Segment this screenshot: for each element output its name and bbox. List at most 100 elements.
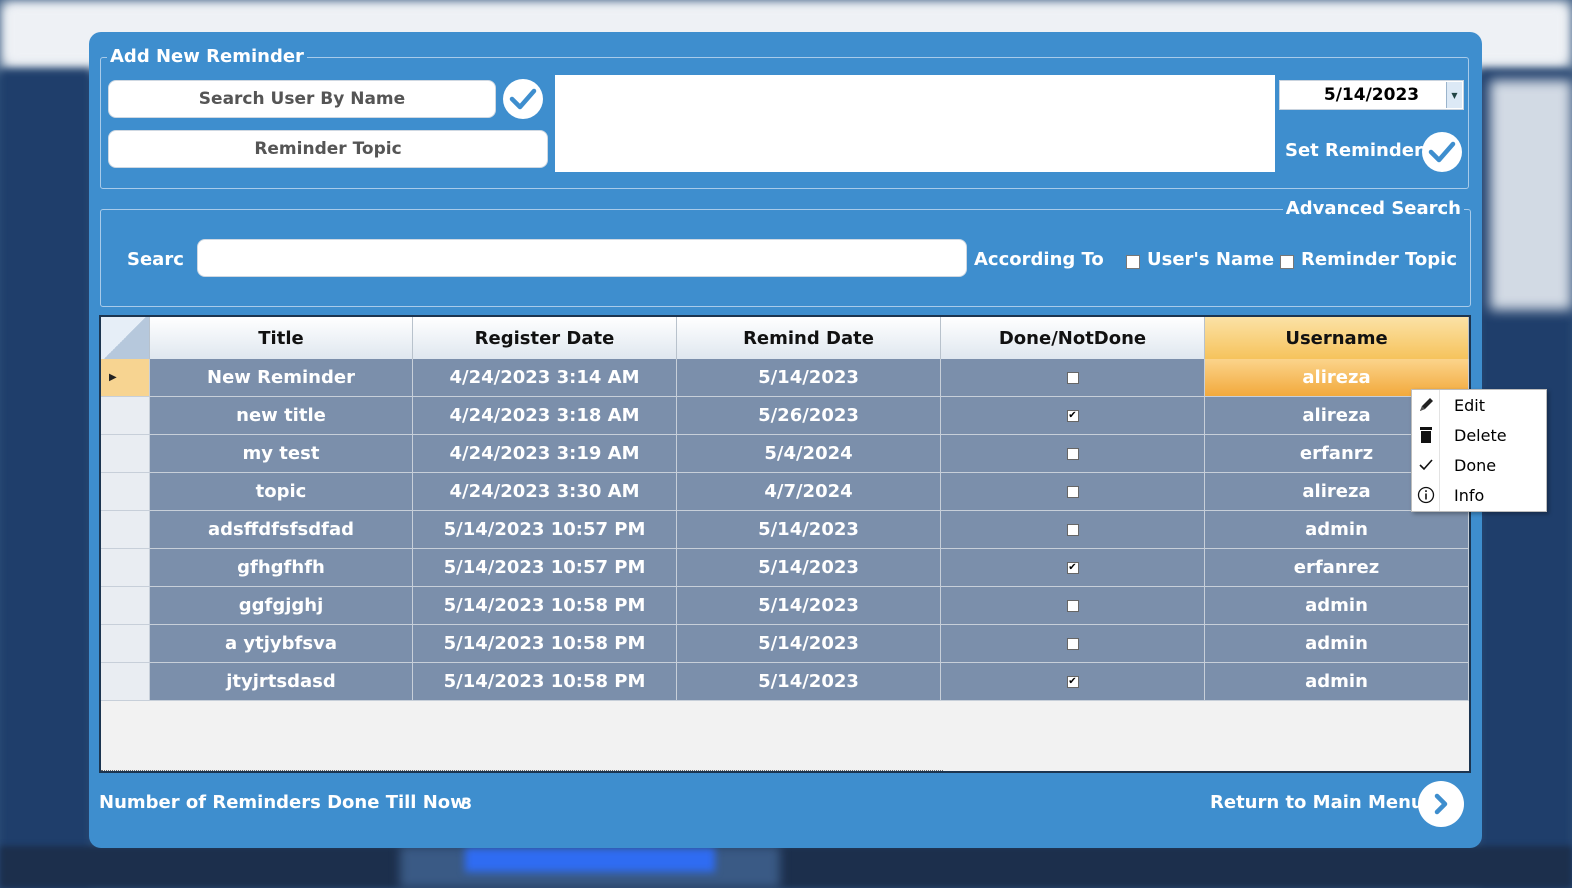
column-header-username[interactable]: Username bbox=[1205, 317, 1469, 359]
reminders-table[interactable]: Title Register Date Remind Date Done/Not… bbox=[99, 315, 1471, 773]
cell-register-date[interactable]: 5/14/2023 10:57 PM bbox=[413, 511, 677, 549]
add-reminder-legend: Add New Reminder bbox=[107, 46, 307, 67]
done-checkbox[interactable] bbox=[1066, 447, 1079, 460]
cell-remind-date[interactable]: 5/26/2023 bbox=[677, 397, 941, 435]
cell-done[interactable] bbox=[941, 587, 1205, 625]
cell-title[interactable]: topic bbox=[150, 473, 413, 511]
table-row[interactable]: gfhgfhfh 5/14/2023 10:57 PM 5/14/2023 ✔ erfa… bbox=[101, 549, 1469, 587]
row-header[interactable] bbox=[101, 397, 150, 435]
return-main-menu-label[interactable]: Return to Main Menu bbox=[1210, 792, 1424, 813]
cell-remind-date[interactable]: 5/14/2023 bbox=[677, 663, 941, 701]
cell-title[interactable]: gfhgfhfh bbox=[150, 549, 413, 587]
cell-register-date[interactable]: 4/24/2023 3:19 AM bbox=[413, 435, 677, 473]
table-row[interactable]: new title 4/24/2023 3:18 AM 5/26/2023 ✔ alir… bbox=[101, 397, 1469, 435]
reminder-description-textarea[interactable] bbox=[555, 75, 1275, 172]
cell-done[interactable] bbox=[941, 359, 1205, 397]
cell-done[interactable]: ✔ bbox=[941, 549, 1205, 587]
cell-register-date[interactable]: 5/14/2023 10:57 PM bbox=[413, 549, 677, 587]
table-row[interactable]: ggfgjghj 5/14/2023 10:58 PM 5/14/2023 admin bbox=[101, 587, 1469, 625]
context-menu-delete[interactable]: Delete bbox=[1412, 420, 1546, 450]
column-header-title[interactable]: Title bbox=[150, 317, 413, 359]
cell-username[interactable]: admin bbox=[1205, 625, 1469, 663]
row-header[interactable] bbox=[101, 435, 150, 473]
cell-title[interactable]: ggfgjghj bbox=[150, 587, 413, 625]
done-checkbox[interactable] bbox=[1066, 485, 1079, 498]
context-menu-edit-label: Edit bbox=[1454, 395, 1485, 415]
advanced-search-input[interactable] bbox=[197, 239, 967, 277]
cell-done[interactable] bbox=[941, 435, 1205, 473]
done-checkbox[interactable] bbox=[1066, 637, 1079, 650]
table-row[interactable]: topic 4/24/2023 3:30 AM 4/7/2024 alireza bbox=[101, 473, 1469, 511]
cell-done[interactable] bbox=[941, 473, 1205, 511]
cell-title[interactable]: a ytjybfsva bbox=[150, 625, 413, 663]
table-row[interactable]: jtyjrtsdasd 5/14/2023 10:58 PM 5/14/2023 ✔ a… bbox=[101, 663, 1469, 701]
cell-register-date[interactable]: 4/24/2023 3:14 AM bbox=[413, 359, 677, 397]
table-row[interactable]: a ytjybfsva 5/14/2023 10:58 PM 5/14/2023 ad… bbox=[101, 625, 1469, 663]
cell-remind-date[interactable]: 4/7/2024 bbox=[677, 473, 941, 511]
cell-username[interactable]: admin bbox=[1205, 587, 1469, 625]
cell-register-date[interactable]: 5/14/2023 10:58 PM bbox=[413, 625, 677, 663]
return-main-menu-button[interactable] bbox=[1418, 781, 1464, 827]
search-user-input[interactable]: Search User By Name bbox=[108, 80, 496, 118]
chevron-down-icon[interactable]: ▼ bbox=[1446, 82, 1462, 108]
cell-username[interactable]: admin bbox=[1205, 663, 1469, 701]
cell-remind-date[interactable]: 5/14/2023 bbox=[677, 587, 941, 625]
row-header[interactable] bbox=[101, 511, 150, 549]
cell-remind-date[interactable]: 5/14/2023 bbox=[677, 625, 941, 663]
done-checkbox[interactable] bbox=[1066, 523, 1079, 536]
cell-username[interactable]: admin bbox=[1205, 511, 1469, 549]
reminder-topic-label[interactable]: Reminder Topic bbox=[1301, 249, 1457, 270]
advanced-search-legend: Advanced Search bbox=[1282, 198, 1464, 219]
cell-title[interactable]: my test bbox=[150, 435, 413, 473]
select-all-corner[interactable] bbox=[101, 317, 150, 359]
column-header-remind-date[interactable]: Remind Date bbox=[677, 317, 941, 359]
cell-title[interactable]: New Reminder bbox=[150, 359, 413, 397]
done-checkbox-checked[interactable]: ✔ bbox=[1066, 409, 1079, 422]
cell-done[interactable] bbox=[941, 511, 1205, 549]
add-reminder-group: Add New Reminder Search User By Name Rem… bbox=[100, 46, 1469, 189]
row-header[interactable] bbox=[101, 625, 150, 663]
cell-username[interactable]: erfanrez bbox=[1205, 549, 1469, 587]
done-checkbox-checked[interactable]: ✔ bbox=[1066, 675, 1079, 688]
table-row[interactable]: adsffdfsfsdfad 5/14/2023 10:57 PM 5/14/202… bbox=[101, 511, 1469, 549]
cell-done[interactable]: ✔ bbox=[941, 663, 1205, 701]
advanced-search-group: Advanced Search Searc According To User'… bbox=[100, 198, 1471, 307]
cell-remind-date[interactable]: 5/4/2024 bbox=[677, 435, 941, 473]
reminder-topic-checkbox[interactable] bbox=[1280, 255, 1294, 269]
row-header[interactable] bbox=[101, 587, 150, 625]
reminder-topic-input[interactable]: Reminder Topic bbox=[108, 130, 548, 168]
done-checkbox[interactable] bbox=[1066, 371, 1079, 384]
row-header[interactable] bbox=[101, 663, 150, 701]
cell-remind-date[interactable]: 5/14/2023 bbox=[677, 549, 941, 587]
cell-done[interactable] bbox=[941, 625, 1205, 663]
cell-title[interactable]: adsffdfsfsdfad bbox=[150, 511, 413, 549]
reminder-date-picker[interactable]: 5/14/2023 ▼ bbox=[1279, 80, 1464, 110]
context-menu-done[interactable]: Done bbox=[1412, 450, 1546, 480]
cell-register-date[interactable]: 5/14/2023 10:58 PM bbox=[413, 587, 677, 625]
cell-register-date[interactable]: 4/24/2023 3:30 AM bbox=[413, 473, 677, 511]
cell-title[interactable]: jtyjrtsdasd bbox=[150, 663, 413, 701]
cell-title[interactable]: new title bbox=[150, 397, 413, 435]
done-checkbox-checked[interactable]: ✔ bbox=[1066, 561, 1079, 574]
cell-remind-date[interactable]: 5/14/2023 bbox=[677, 511, 941, 549]
table-row[interactable]: my test 4/24/2023 3:19 AM 5/4/2024 erfanrz bbox=[101, 435, 1469, 473]
column-header-register-date[interactable]: Register Date bbox=[413, 317, 677, 359]
search-user-confirm-button[interactable] bbox=[503, 79, 543, 119]
context-menu-info[interactable]: Info bbox=[1412, 480, 1546, 510]
done-checkbox[interactable] bbox=[1066, 599, 1079, 612]
cell-register-date[interactable]: 4/24/2023 3:18 AM bbox=[413, 397, 677, 435]
cell-remind-date[interactable]: 5/14/2023 bbox=[677, 359, 941, 397]
set-reminder-button[interactable] bbox=[1422, 132, 1462, 172]
table-row[interactable]: ▶ New Reminder 4/24/2023 3:14 AM 5/14/2023 a… bbox=[101, 359, 1469, 397]
column-header-done[interactable]: Done/NotDone bbox=[941, 317, 1205, 359]
users-name-checkbox[interactable] bbox=[1126, 255, 1140, 269]
row-header-current[interactable]: ▶ bbox=[101, 359, 150, 397]
checkmark-icon bbox=[1412, 458, 1440, 472]
row-header[interactable] bbox=[101, 549, 150, 587]
cell-done[interactable]: ✔ bbox=[941, 397, 1205, 435]
context-menu-edit[interactable]: Edit bbox=[1412, 390, 1546, 420]
users-name-label[interactable]: User's Name bbox=[1147, 249, 1274, 270]
checkmark-icon bbox=[1428, 141, 1456, 163]
row-header[interactable] bbox=[101, 473, 150, 511]
cell-register-date[interactable]: 5/14/2023 10:58 PM bbox=[413, 663, 677, 701]
